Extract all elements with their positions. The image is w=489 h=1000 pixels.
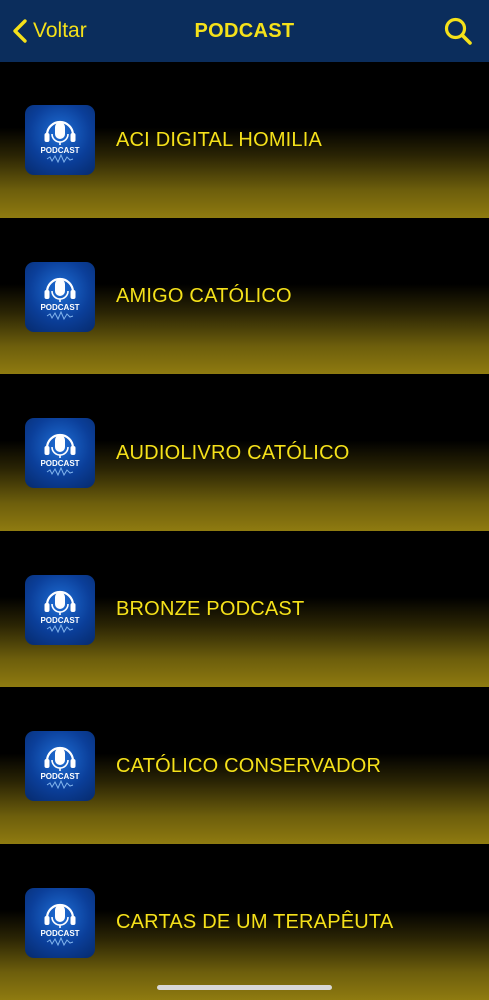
- list-item-label: CARTAS DE UM TERAPÊUTA: [116, 911, 394, 933]
- podcast-screen: Voltar PODCAST PODCAST ACI DIGITAL HOMIL…: [0, 0, 489, 1000]
- thumbnail-text: PODCAST: [40, 616, 79, 625]
- thumbnail-text: PODCAST: [40, 929, 79, 938]
- podcast-microphone-icon: PODCAST: [40, 120, 80, 164]
- page-title: PODCAST: [194, 19, 295, 42]
- list-item[interactable]: PODCAST CATÓLICO CONSERVADOR: [0, 688, 489, 845]
- back-button[interactable]: Voltar: [10, 0, 87, 62]
- podcast-thumbnail: PODCAST: [25, 261, 95, 332]
- thumbnail-text: PODCAST: [40, 459, 79, 468]
- search-button[interactable]: [443, 16, 473, 46]
- podcast-thumbnail: PODCAST: [25, 574, 95, 645]
- podcast-thumbnail: PODCAST: [25, 887, 95, 958]
- list-item-label: AUDIOLIVRO CATÓLICO: [116, 441, 350, 464]
- podcast-thumbnail: PODCAST: [25, 105, 95, 175]
- home-indicator[interactable]: [157, 985, 332, 990]
- list-item-label: BRONZE PODCAST: [116, 598, 305, 620]
- back-label: Voltar: [33, 19, 87, 42]
- podcast-list: PODCAST ACI DIGITAL HOMILIA PODCAST AMIG…: [0, 62, 489, 1000]
- list-item-label: AMIGO CATÓLICO: [116, 285, 292, 307]
- nav-header: Voltar PODCAST: [0, 0, 489, 62]
- search-icon: [444, 17, 472, 45]
- list-item[interactable]: PODCAST CARTAS DE UM TERAPÊUTA: [0, 844, 489, 1000]
- podcast-microphone-icon: PODCAST: [40, 277, 80, 320]
- list-item-label: ACI DIGITAL HOMILIA: [116, 128, 323, 151]
- podcast-microphone-icon: PODCAST: [40, 433, 80, 477]
- list-item[interactable]: PODCAST ACI DIGITAL HOMILIA: [0, 62, 489, 219]
- chevron-left-icon: [13, 19, 27, 43]
- thumbnail-text: PODCAST: [40, 303, 79, 312]
- list-item[interactable]: PODCAST AMIGO CATÓLICO: [0, 218, 489, 375]
- thumbnail-text: PODCAST: [40, 146, 79, 155]
- podcast-thumbnail: PODCAST: [25, 731, 95, 801]
- thumbnail-text: PODCAST: [40, 772, 79, 781]
- podcast-thumbnail: PODCAST: [25, 418, 95, 488]
- list-item-label: CATÓLICO CONSERVADOR: [116, 754, 382, 777]
- list-item[interactable]: PODCAST BRONZE PODCAST: [0, 531, 489, 688]
- podcast-microphone-icon: PODCAST: [40, 590, 80, 633]
- list-item[interactable]: PODCAST AUDIOLIVRO CATÓLICO: [0, 375, 489, 532]
- podcast-microphone-icon: PODCAST: [40, 746, 80, 790]
- podcast-microphone-icon: PODCAST: [40, 903, 80, 946]
